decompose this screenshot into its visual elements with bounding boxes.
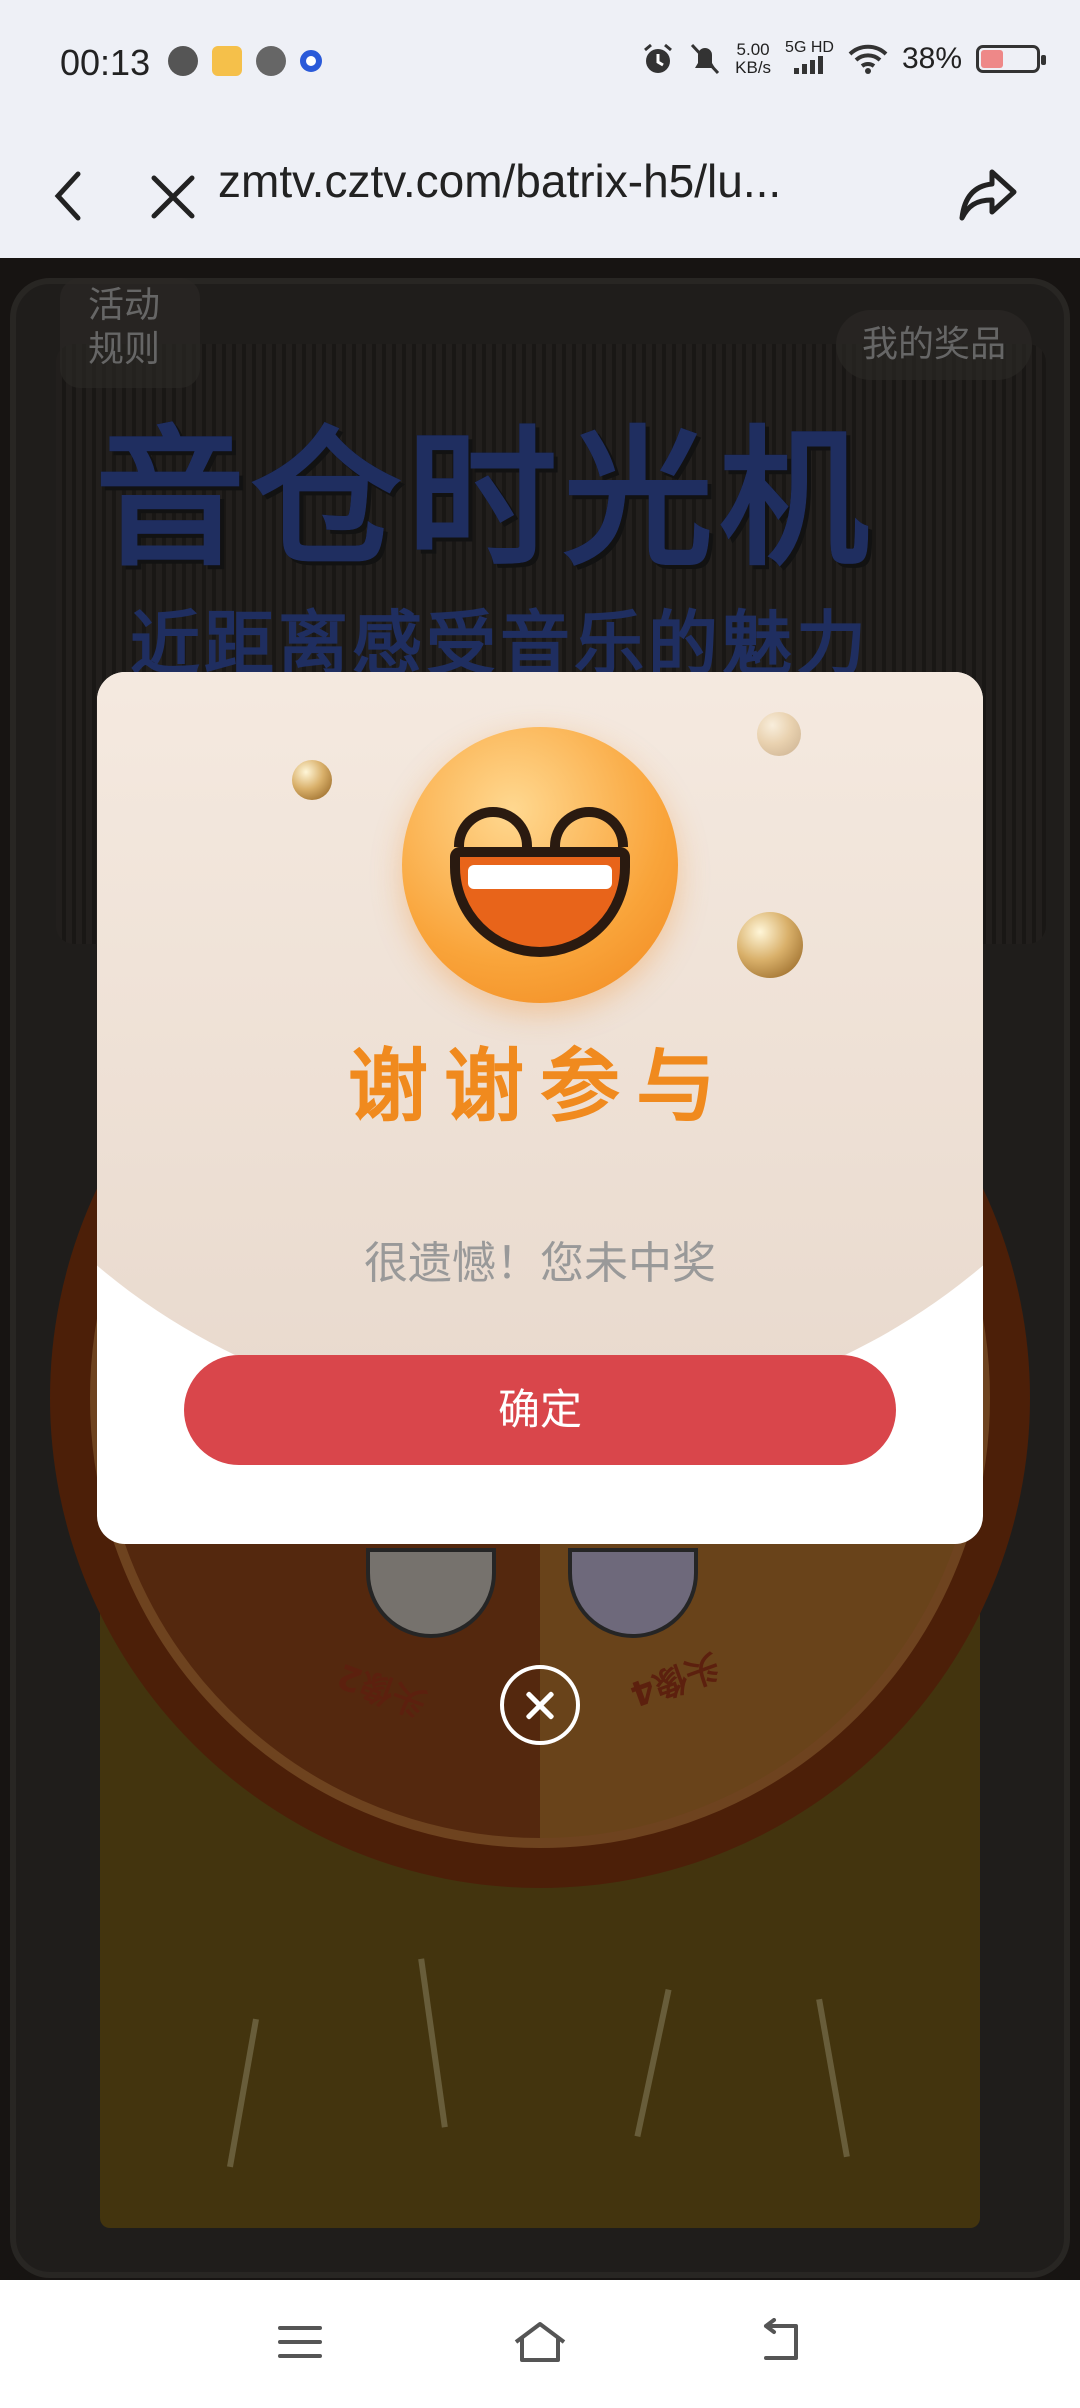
confirm-button[interactable]: 确定: [184, 1355, 896, 1465]
gold-ball-decoration: [757, 712, 801, 756]
notification-icons: [168, 46, 322, 76]
alarm-icon: [644, 43, 673, 73]
network-type: 5G HD: [785, 39, 834, 56]
battery-percent: 38%: [901, 42, 962, 75]
close-dialog-icon[interactable]: [500, 1665, 580, 1745]
result-dialog: 谢谢参与 很遗憾！您未中奖 确定: [97, 672, 983, 1544]
share-icon[interactable]: [958, 166, 1020, 224]
menu-icon[interactable]: [276, 2318, 324, 2366]
clock: 00:13: [60, 42, 151, 83]
signal-indicator: 5G HD: [785, 40, 834, 78]
status-bar: 00:13 5.00 KB/s 5G HD 38%: [0, 0, 1080, 128]
signal-icon: [793, 56, 823, 74]
system-nav-bar: [0, 2280, 1080, 2408]
app-icon: [300, 50, 322, 72]
battery-icon: [976, 45, 1046, 73]
net-speed-unit: KB/s: [735, 58, 772, 77]
net-speed-value: 5.00: [736, 40, 770, 59]
dialog-title: 谢谢参与: [348, 1040, 732, 1133]
mute-icon: [691, 43, 720, 75]
net-speed: 5.00 KB/s: [735, 41, 771, 77]
gold-ball-decoration: [737, 912, 803, 978]
url-field[interactable]: zmtv.cztv.com/batrix-h5/lu...: [218, 154, 781, 208]
home-icon[interactable]: [510, 2318, 570, 2366]
gold-ball-decoration: [292, 760, 332, 800]
back-icon[interactable]: [48, 168, 88, 224]
close-icon[interactable]: [148, 172, 198, 222]
back-nav-icon[interactable]: [756, 2318, 806, 2366]
smiley-face-icon: [402, 727, 678, 1003]
wifi-icon: [848, 44, 888, 74]
browser-toolbar: zmtv.cztv.com/batrix-h5/lu...: [0, 128, 1080, 258]
system-status: 5.00 KB/s 5G HD 38%: [641, 40, 1046, 78]
weibo-icon: [212, 46, 242, 76]
wechat-icon: [256, 46, 286, 76]
browser-icon: [168, 46, 198, 76]
dialog-message: 很遗憾！您未中奖: [364, 1238, 716, 1289]
